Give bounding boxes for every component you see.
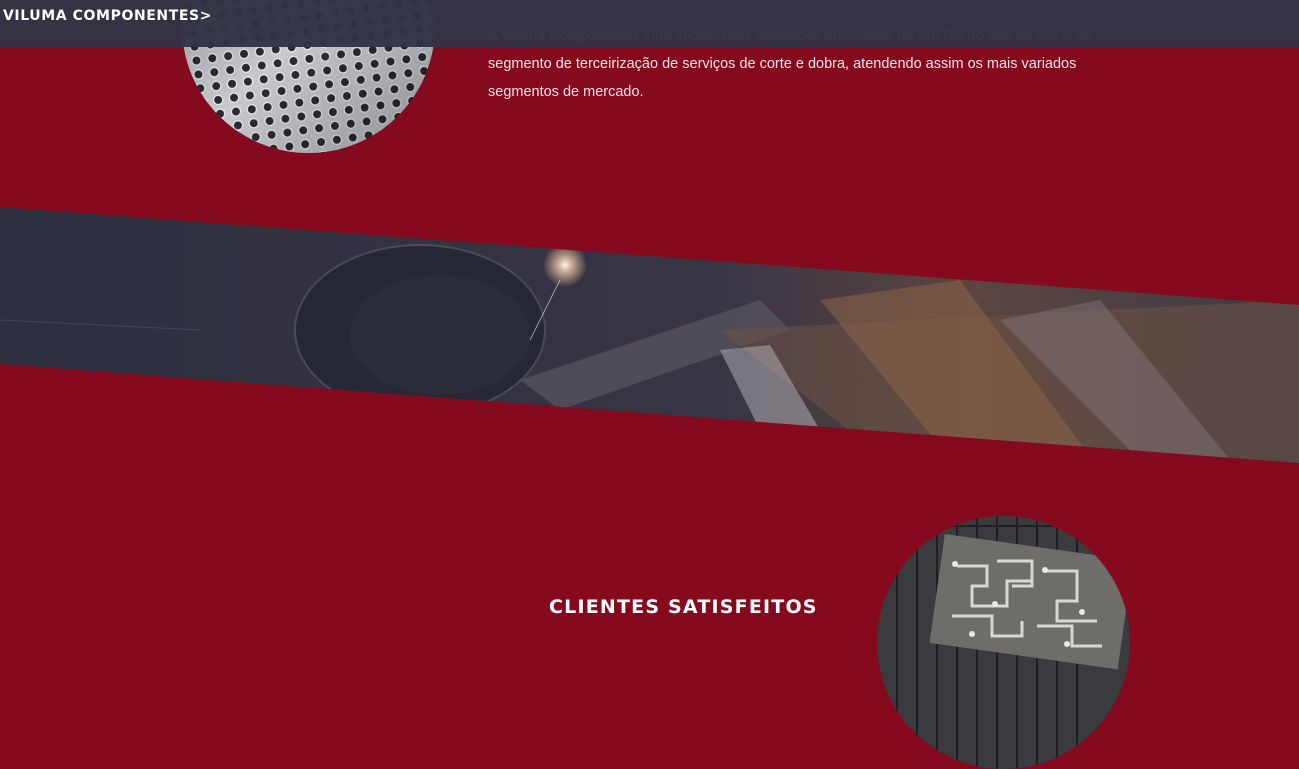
brand-link[interactable]: VILUMA COMPONENTES> (3, 8, 212, 24)
cut-parts-image (877, 516, 1130, 769)
clients-title: CLIENTES SATISFEITOS (549, 596, 818, 618)
site-header: VILUMA COMPONENTES> (0, 0, 1299, 47)
